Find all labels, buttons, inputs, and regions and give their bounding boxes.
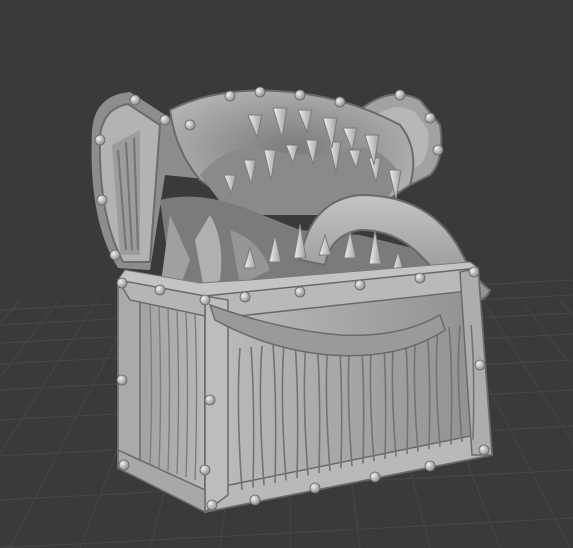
rivet (254, 86, 266, 98)
rivet (354, 279, 366, 291)
rivet (294, 89, 306, 101)
rivet (474, 359, 486, 371)
rivet (294, 286, 306, 298)
chest-body (116, 261, 494, 514)
rivet (424, 460, 436, 472)
rivet (414, 272, 426, 284)
rivet (118, 459, 130, 471)
rivet (129, 94, 141, 106)
rivet (239, 291, 251, 303)
rivet (199, 294, 211, 306)
grid-line (0, 299, 60, 379)
rivet (394, 89, 406, 101)
rivet (116, 277, 128, 289)
rivet (184, 119, 196, 131)
rivet (159, 114, 171, 126)
rivet (109, 249, 121, 261)
rivet (116, 374, 128, 386)
viewport-canvas (0, 86, 573, 548)
rivet (199, 464, 211, 476)
rivet (424, 112, 436, 124)
rivet (334, 96, 346, 108)
rivet (94, 134, 106, 146)
rivet (468, 266, 480, 278)
rivet (96, 194, 108, 206)
rivet (154, 284, 166, 296)
rivet (206, 499, 218, 511)
grid-line (520, 299, 573, 370)
rivet (224, 90, 236, 102)
grid-line (0, 299, 98, 455)
grid-line (0, 299, 21, 324)
3d-viewport[interactable] (0, 0, 573, 548)
rivet (204, 394, 216, 406)
rivet (309, 482, 321, 494)
rivet (369, 471, 381, 483)
rivet (432, 144, 444, 156)
rivet (478, 444, 490, 456)
rivet (249, 494, 261, 506)
grid-line (482, 299, 573, 444)
